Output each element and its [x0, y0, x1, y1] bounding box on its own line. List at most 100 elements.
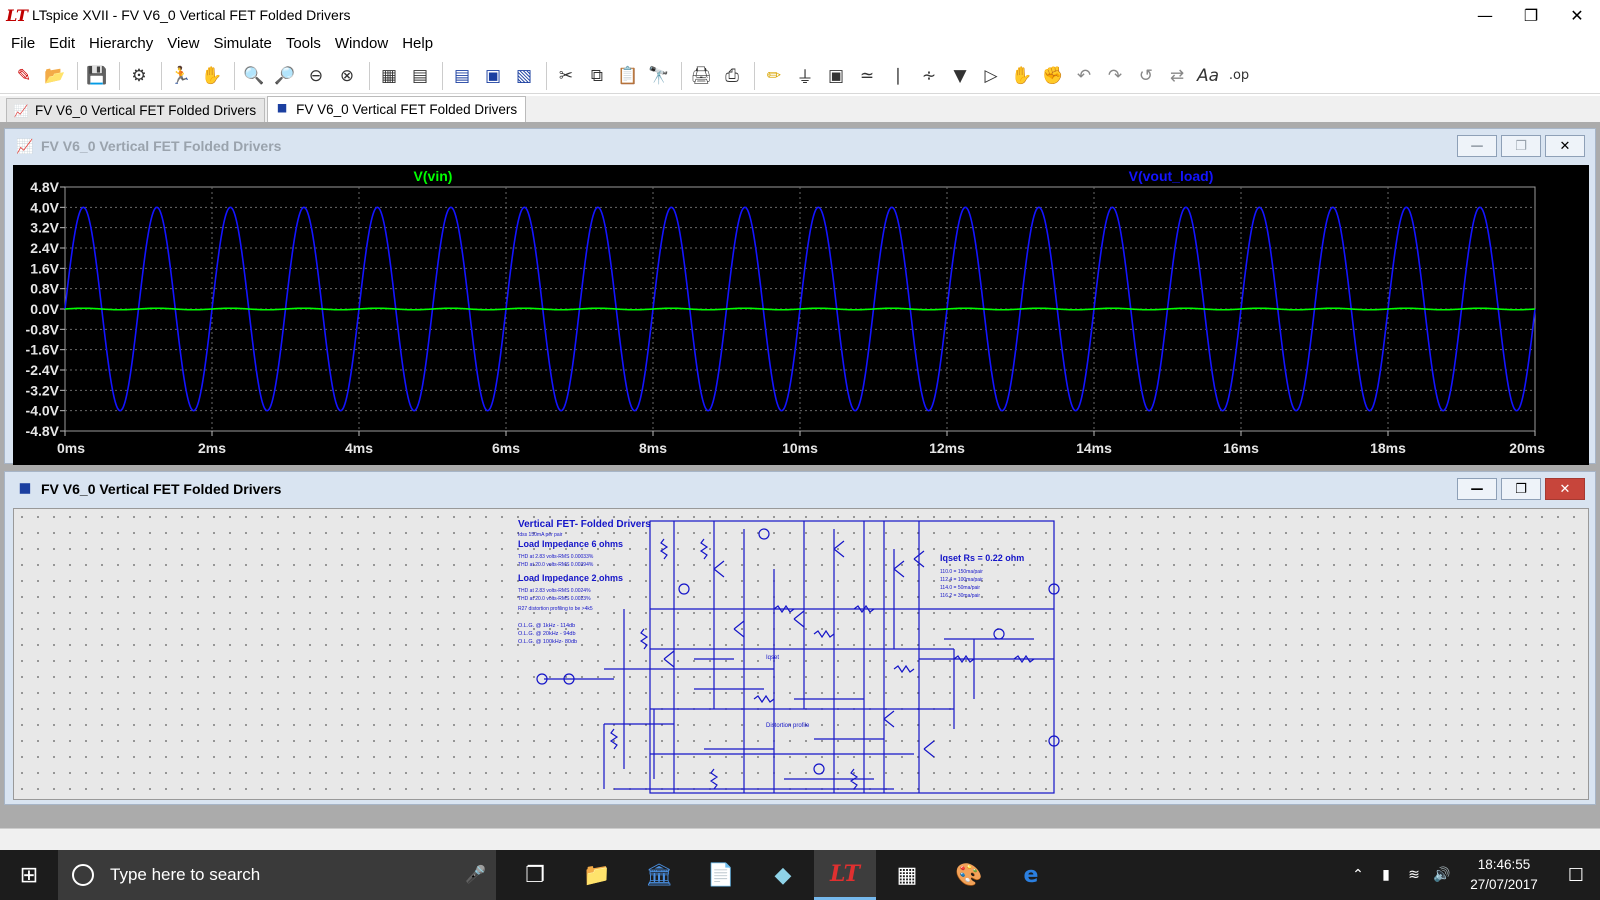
- drag-icon[interactable]: ✊: [1039, 62, 1067, 90]
- system-tray: ⌃ ▮ ≋ 🔊 18:46:55 27/07/2017 ☐: [1344, 850, 1600, 900]
- schematic-note: Load Impedance 2 ohms: [518, 573, 623, 583]
- minimize-button[interactable]: —: [1462, 0, 1508, 30]
- minimize-button[interactable]: —: [1457, 135, 1497, 157]
- action-center-icon[interactable]: ☐: [1552, 865, 1600, 886]
- window-title: LTspice XVII - FV V6_0 Vertical FET Fold…: [32, 7, 351, 23]
- document-tabs: 📈 FV V6_0 Vertical FET Folded Drivers ⯀ …: [0, 96, 1600, 122]
- y-tick-label: 4.0V: [30, 199, 59, 215]
- run-icon[interactable]: 🏃: [167, 62, 195, 90]
- draw-wire-icon[interactable]: ✏: [760, 62, 788, 90]
- open-folder-icon[interactable]: 📂: [41, 62, 69, 90]
- ground-icon[interactable]: ⏚: [791, 62, 819, 90]
- print-icon[interactable]: 🖨: [687, 62, 715, 90]
- taskbar: ⊞ Type here to search 🎤 ❐ 📁 🏛 📄 ◆ LT ▦ 🎨…: [0, 850, 1600, 900]
- rotate-icon[interactable]: ↺: [1132, 62, 1160, 90]
- schematic-note: Load Impedance 6 ohms: [518, 539, 623, 549]
- waveform-window-titlebar: 📈 FV V6_0 Vertical FET Folded Drivers — …: [5, 129, 1595, 163]
- menu-tools[interactable]: Tools: [279, 35, 328, 52]
- start-button[interactable]: ⊞: [0, 850, 58, 900]
- menu-file[interactable]: File: [4, 35, 42, 52]
- taskbar-search[interactable]: Type here to search 🎤: [58, 850, 496, 900]
- halt-icon[interactable]: ✋: [198, 62, 226, 90]
- paint-icon[interactable]: 🎨: [938, 850, 1000, 900]
- schematic-title: Vertical FET- Folded Drivers: [518, 519, 651, 530]
- menu-window[interactable]: Window: [328, 35, 395, 52]
- close-button[interactable]: ✕: [1545, 135, 1585, 157]
- cut-icon[interactable]: ✂: [552, 62, 580, 90]
- tab-waveform[interactable]: 📈 FV V6_0 Vertical FET Folded Drivers: [6, 98, 266, 122]
- move-icon[interactable]: ✋: [1008, 62, 1036, 90]
- fft-icon[interactable]: ▤: [406, 62, 434, 90]
- wifi-icon[interactable]: ≋: [1400, 867, 1428, 883]
- restore-button[interactable]: ❐: [1508, 0, 1554, 30]
- waveform-window-title: FV V6_0 Vertical FET Folded Drivers: [41, 138, 282, 154]
- x-tick-label: 20ms: [1509, 440, 1545, 456]
- microphone-icon[interactable]: 🎤: [456, 865, 496, 885]
- zoom-in-icon[interactable]: 🔍: [240, 62, 268, 90]
- new-schematic-icon[interactable]: ✎: [10, 62, 38, 90]
- x-tick-label: 2ms: [198, 440, 226, 456]
- tile-vertical-icon[interactable]: ▧: [510, 62, 538, 90]
- task-view-icon[interactable]: ❐: [504, 850, 566, 900]
- menu-hierarchy[interactable]: Hierarchy: [82, 35, 160, 52]
- menu-help[interactable]: Help: [395, 35, 440, 52]
- control-panel-icon[interactable]: ⚙: [125, 62, 153, 90]
- capacitor-icon[interactable]: ∣: [884, 62, 912, 90]
- toolbar-separator: [369, 61, 370, 90]
- maximize-button[interactable]: ❐: [1501, 135, 1541, 157]
- redo-icon[interactable]: ↷: [1101, 62, 1129, 90]
- system-clock[interactable]: 18:46:55 27/07/2017: [1456, 855, 1552, 895]
- menu-simulate[interactable]: Simulate: [206, 35, 278, 52]
- battery-icon[interactable]: ▮: [1372, 867, 1400, 883]
- toolbar-separator: [161, 61, 162, 90]
- tile-horizontal-icon[interactable]: ▤: [448, 62, 476, 90]
- volume-icon[interactable]: 🔊: [1428, 867, 1456, 883]
- edge-browser-icon[interactable]: e: [1000, 850, 1062, 900]
- y-tick-label: -2.4V: [26, 362, 60, 378]
- clock-date: 27/07/2017: [1470, 877, 1538, 892]
- autorange-icon[interactable]: ▦: [375, 62, 403, 90]
- menu-view[interactable]: View: [160, 35, 206, 52]
- menu-edit[interactable]: Edit: [42, 35, 82, 52]
- file-explorer-icon[interactable]: 📁: [566, 850, 628, 900]
- close-button[interactable]: ✕: [1545, 478, 1585, 500]
- y-tick-label: 0.0V: [30, 301, 59, 317]
- minimize-button[interactable]: —: [1457, 478, 1497, 500]
- close-button[interactable]: ✕: [1554, 0, 1600, 30]
- ltspice-taskbar-icon[interactable]: LT: [814, 850, 876, 900]
- library-icon[interactable]: 🏛: [628, 850, 690, 900]
- print-preview-icon[interactable]: ⎙: [718, 62, 746, 90]
- schematic-note: THD at 20.0 volts-RMS 0.00394%: [518, 562, 594, 568]
- component-icon[interactable]: ▷: [977, 62, 1005, 90]
- cascade-icon[interactable]: ▣: [479, 62, 507, 90]
- zoom-out-icon[interactable]: ⊖: [302, 62, 330, 90]
- chevron-up-icon[interactable]: ⌃: [1344, 867, 1372, 883]
- paste-icon[interactable]: 📋: [614, 62, 642, 90]
- find-icon[interactable]: 🔭: [645, 62, 673, 90]
- tab-schematic[interactable]: ⯀ FV V6_0 Vertical FET Folded Drivers: [267, 96, 527, 122]
- schematic-note: O.L.G. @ 20kHz - 94db: [518, 631, 576, 637]
- waveform-plot[interactable]: 4.8V 4.0V 3.2V 2.4V 1.6V 0.8V 0.0V -0.8V -1.6V -2…: [13, 165, 1589, 465]
- y-tick-label: 4.8V: [30, 179, 59, 195]
- inductor-icon[interactable]: ∻: [915, 62, 943, 90]
- pan-icon[interactable]: 🔎: [271, 62, 299, 90]
- waveform-window-controls: — ❐ ✕: [1453, 135, 1585, 157]
- mirror-icon[interactable]: ⇄: [1163, 62, 1191, 90]
- maximize-button[interactable]: ❐: [1501, 478, 1541, 500]
- app-icon[interactable]: ◆: [752, 850, 814, 900]
- schematic-window-titlebar: ⯀ FV V6_0 Vertical FET Folded Drivers — …: [5, 472, 1595, 506]
- undo-icon[interactable]: ↶: [1070, 62, 1098, 90]
- document-icon[interactable]: 📄: [690, 850, 752, 900]
- schematic-canvas[interactable]: Vertical FET- Folded Drivers Idss 150mA …: [13, 508, 1589, 800]
- resistor-icon[interactable]: ≃: [853, 62, 881, 90]
- zoom-fit-icon[interactable]: ⊗: [333, 62, 361, 90]
- spice-directive-icon[interactable]: .op: [1225, 62, 1253, 90]
- text-icon[interactable]: Aa: [1194, 62, 1222, 90]
- x-tick-label: 18ms: [1370, 440, 1406, 456]
- diode-icon[interactable]: ▼: [946, 62, 974, 90]
- y-tick-label: -0.8V: [26, 321, 60, 337]
- label-net-icon[interactable]: ▣: [822, 62, 850, 90]
- calculator-icon[interactable]: ▦: [876, 850, 938, 900]
- save-icon[interactable]: 💾: [83, 62, 111, 90]
- copy-icon[interactable]: ⧉: [583, 62, 611, 90]
